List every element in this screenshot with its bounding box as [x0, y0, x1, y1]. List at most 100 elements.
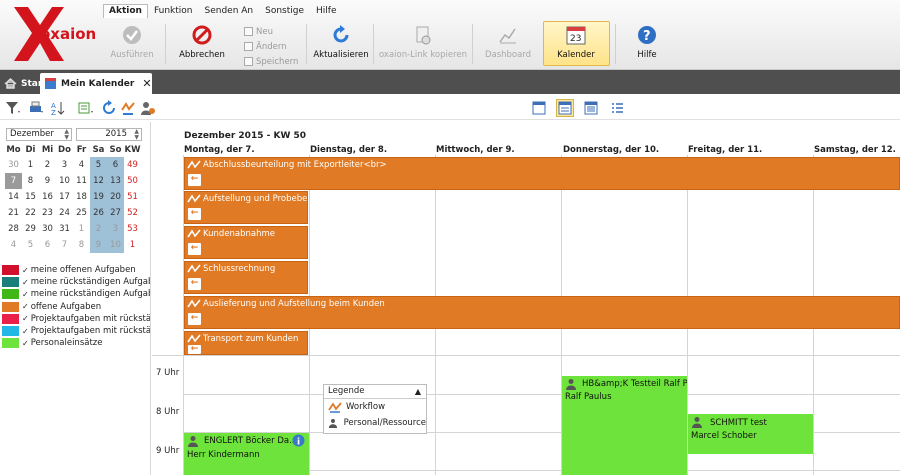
legend-item[interactable]: ✓ Projektaufgaben mit rückstä: [2, 325, 150, 337]
legend-item[interactable]: ✓ meine rückständigen Aufgab: [2, 276, 150, 288]
mini-day[interactable]: 26: [90, 205, 107, 221]
panel-divider[interactable]: [150, 122, 151, 475]
spinner-icon[interactable]: ▲ ▼: [64, 129, 69, 141]
checkmark-icon[interactable]: ✓: [22, 314, 29, 323]
print-icon[interactable]: [28, 100, 44, 116]
mini-day[interactable]: 18: [73, 189, 90, 205]
person-icon[interactable]: [140, 100, 156, 116]
legend-item[interactable]: ✓ Personaleinsätze: [2, 337, 150, 349]
mini-day[interactable]: 6: [107, 157, 124, 173]
task-bar[interactable]: Schlussrechnung ←: [184, 261, 308, 294]
list-view-icon[interactable]: [608, 99, 626, 117]
mini-day[interactable]: 10: [56, 173, 73, 189]
mini-day[interactable]: 15: [22, 189, 39, 205]
mini-day[interactable]: 10: [107, 237, 124, 253]
year-select[interactable]: 2015 ▲ ▼: [76, 128, 142, 141]
dashboard-button[interactable]: Dashboard: [480, 22, 536, 66]
checkmark-icon[interactable]: ✓: [22, 339, 29, 348]
legend-popup-header[interactable]: Legende ▲: [324, 385, 426, 399]
mini-weeknum[interactable]: 50: [124, 173, 141, 189]
checkmark-icon[interactable]: ✓: [22, 266, 29, 275]
arrow-left-icon[interactable]: ←: [188, 278, 201, 290]
mini-day[interactable]: 30: [5, 157, 22, 173]
arrow-left-icon[interactable]: ←: [188, 174, 201, 186]
appointment[interactable]: SCHMITT test Marcel Schober: [688, 414, 813, 454]
ausfuehren-button[interactable]: Ausführen: [106, 22, 158, 66]
month-select[interactable]: Dezember ▲ ▼: [6, 128, 72, 141]
mini-day[interactable]: 21: [5, 205, 22, 221]
legend-item[interactable]: ✓ offene Aufgaben: [2, 301, 150, 313]
collapse-icon[interactable]: ▲: [415, 385, 421, 398]
legend-item[interactable]: ✓ meine rückständigen Aufgab: [2, 288, 150, 300]
mini-day[interactable]: 2: [90, 221, 107, 237]
checkmark-icon[interactable]: ✓: [22, 327, 29, 336]
mini-weeknum[interactable]: 1: [124, 237, 141, 253]
neu-button[interactable]: Neu: [244, 24, 298, 39]
close-tab-icon[interactable]: ✕: [142, 77, 151, 90]
mini-day[interactable]: 24: [56, 205, 73, 221]
oxaion-link-button[interactable]: oxaion-Link kopieren: [378, 22, 468, 66]
spinner-icon[interactable]: ▲ ▼: [134, 129, 139, 141]
mini-day[interactable]: 17: [56, 189, 73, 205]
mini-day[interactable]: 9: [90, 237, 107, 253]
mini-weeknum[interactable]: 53: [124, 221, 141, 237]
mini-day[interactable]: 14: [5, 189, 22, 205]
mini-day[interactable]: 5: [22, 237, 39, 253]
checkmark-icon[interactable]: ✓: [22, 290, 29, 299]
mini-day[interactable]: 30: [39, 221, 56, 237]
mini-day[interactable]: 3: [56, 157, 73, 173]
mini-day[interactable]: 1: [73, 221, 90, 237]
mini-day[interactable]: 22: [22, 205, 39, 221]
appointment[interactable]: ENGLERT Böcker Da... i Herr Kindermann: [184, 433, 309, 475]
day-view-icon[interactable]: [530, 99, 548, 117]
task-bar[interactable]: Auslieferung und Aufstellung beim Kunden…: [184, 296, 900, 329]
mini-day[interactable]: 13: [107, 173, 124, 189]
checkmark-icon[interactable]: ✓: [22, 302, 29, 311]
checkmark-icon[interactable]: ✓: [22, 278, 29, 287]
mini-day[interactable]: 31: [56, 221, 73, 237]
mini-day[interactable]: 5: [90, 157, 107, 173]
mini-weeknum[interactable]: 49: [124, 157, 141, 173]
mini-day[interactable]: 3: [107, 221, 124, 237]
workflow-icon[interactable]: [120, 100, 136, 116]
task-bar[interactable]: Aufstellung und Probebet ←: [184, 191, 308, 224]
mini-day[interactable]: 9: [39, 173, 56, 189]
mini-day[interactable]: 8: [22, 173, 39, 189]
menu-sonstige[interactable]: Sonstige: [259, 4, 310, 18]
mini-day[interactable]: 12: [90, 173, 107, 189]
export-icon[interactable]: [78, 100, 94, 116]
week-view-icon[interactable]: [556, 99, 574, 117]
sort-icon[interactable]: AZ: [51, 100, 67, 116]
mini-weeknum[interactable]: 52: [124, 205, 141, 221]
refresh-small-icon[interactable]: [101, 100, 117, 116]
mini-day[interactable]: 11: [73, 173, 90, 189]
appointment[interactable]: HB&amp;K Testteil Ralf Pau Ralf Paulus: [562, 376, 687, 475]
menu-hilfe[interactable]: Hilfe: [310, 4, 342, 18]
arrow-left-icon[interactable]: ←: [188, 208, 201, 220]
task-bar[interactable]: Abschlussbeurteilung mit Exportleiter<br…: [184, 157, 900, 190]
mini-day[interactable]: 4: [73, 157, 90, 173]
menu-aktion[interactable]: Aktion: [103, 4, 148, 18]
menu-funktion[interactable]: Funktion: [148, 4, 199, 18]
mini-day[interactable]: 8: [73, 237, 90, 253]
mini-day[interactable]: 1: [22, 157, 39, 173]
mini-weeknum[interactable]: 51: [124, 189, 141, 205]
menu-senden-an[interactable]: Senden An: [198, 4, 259, 18]
filter-icon[interactable]: [5, 100, 21, 116]
arrow-left-icon[interactable]: ←: [188, 313, 201, 325]
mini-day[interactable]: 20: [107, 189, 124, 205]
mini-day[interactable]: 16: [39, 189, 56, 205]
info-icon[interactable]: i: [292, 434, 305, 447]
legend-item[interactable]: ✓ meine offenen Aufgaben: [2, 264, 150, 276]
hilfe-button[interactable]: ? Hilfe: [625, 22, 669, 66]
mini-day-selected[interactable]: 7: [5, 173, 22, 189]
mini-day[interactable]: 6: [39, 237, 56, 253]
speichern-button[interactable]: Speichern: [244, 54, 298, 69]
mini-day[interactable]: 2: [39, 157, 56, 173]
arrow-left-icon[interactable]: ←: [188, 345, 201, 354]
legend-item[interactable]: ✓ Projektaufgaben mit rückstä: [2, 313, 150, 325]
mini-day[interactable]: 4: [5, 237, 22, 253]
kalender-button[interactable]: 23 Kalender: [548, 22, 604, 66]
mini-day[interactable]: 27: [107, 205, 124, 221]
tab-mein-kalender[interactable]: Mein Kalender ✕: [40, 73, 152, 94]
